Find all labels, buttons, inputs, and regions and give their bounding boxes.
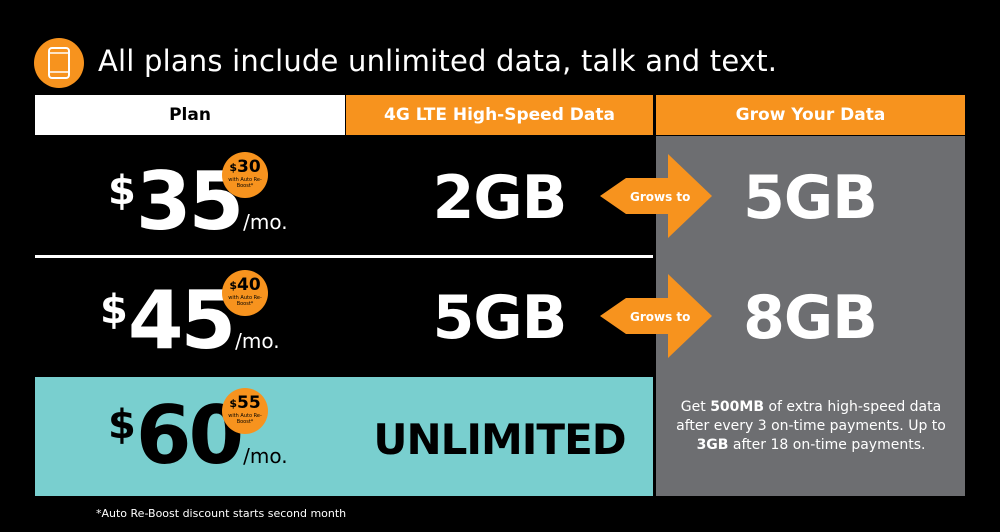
discount-badge: $40 with Auto Re-Boost* [222,270,268,316]
price-amount: 45 [127,274,236,367]
discount-price: 40 [236,275,261,295]
row-divider [35,255,653,258]
discount-note: with Auto Re-Boost* [228,295,262,307]
grow-note-bold-3gb: 3GB [696,437,729,453]
price-currency: $ [100,287,128,333]
discount-note: with Auto Re-Boost* [228,413,262,425]
discount-badge: $55 with Auto Re-Boost* [222,388,268,434]
phone-icon-badge [34,38,84,88]
header-grow-your-data: Grow Your Data [656,95,965,135]
price-per-month: /mo. [243,444,288,468]
header-plan: Plan [35,95,345,135]
price-currency: $ [108,168,136,214]
discount-price: 30 [236,157,261,177]
phone-icon [48,47,70,79]
price-per-month: /mo. [243,210,288,234]
footnote: *Auto Re-Boost discount starts second mo… [96,507,347,520]
grow-note-bold-500mb: 500MB [710,399,765,415]
discount-currency: $ [229,161,237,174]
grows-to-amount: 8GB [743,283,878,353]
discount-currency: $ [229,397,237,410]
discount-price: 55 [236,393,261,413]
price-per-month: /mo. [235,329,280,353]
price-currency: $ [108,402,136,448]
discount-currency: $ [229,279,237,292]
grow-data-note: Get 500MB of extra high-speed data after… [676,399,946,453]
plan-data-unlimited: UNLIMITED [373,415,626,464]
grows-to-label: Grows to [630,310,691,324]
discount-badge: $30 with Auto Re-Boost* [222,152,268,198]
grows-to-amount: 5GB [743,163,878,233]
headline: All plans include unlimited data, talk a… [98,44,778,78]
grows-to-label: Grows to [630,190,691,204]
discount-note: with Auto Re-Boost* [228,177,262,189]
header-high-speed-data: 4G LTE High-Speed Data [346,95,653,135]
